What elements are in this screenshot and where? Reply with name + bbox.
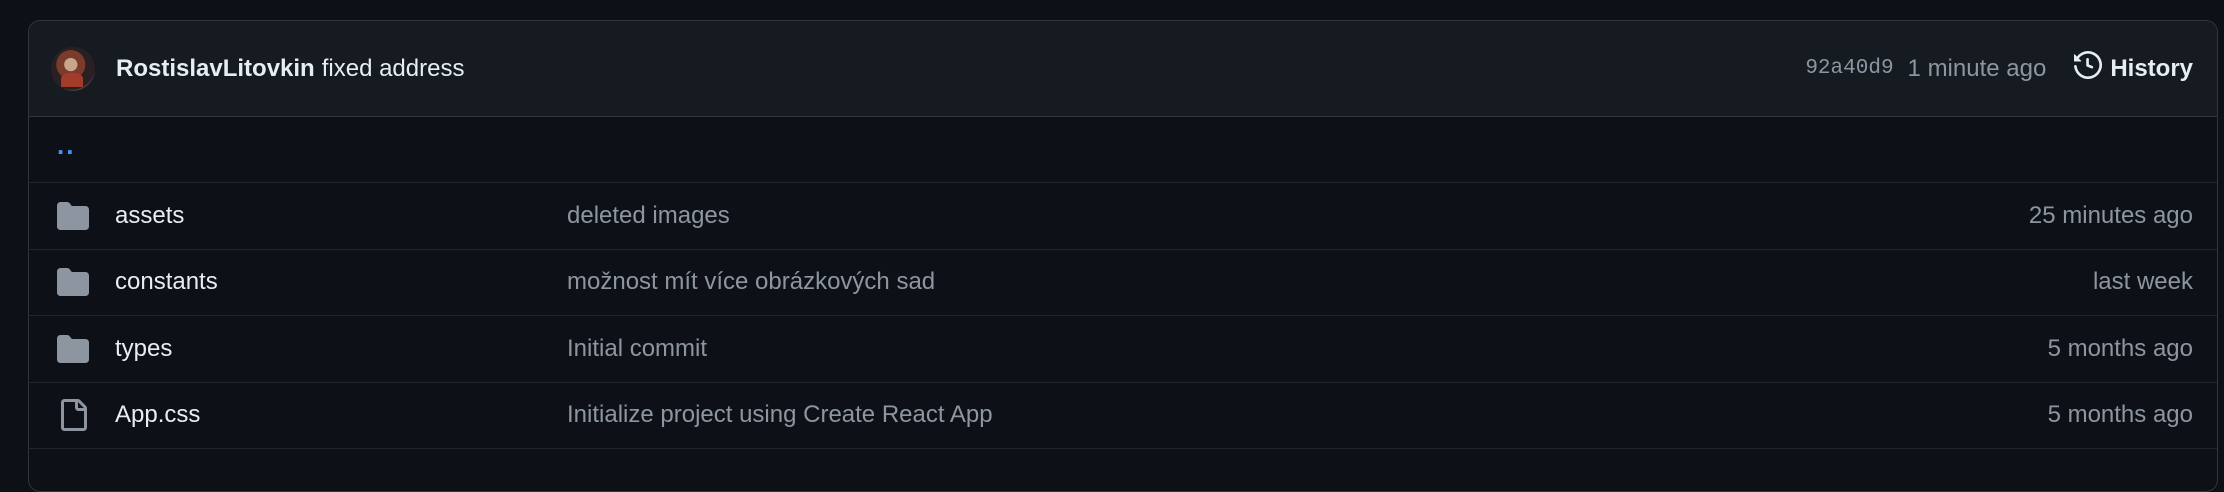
history-label: History — [2110, 54, 2193, 82]
commit-author[interactable]: RostislavLitovkin — [116, 55, 315, 83]
file-row-types[interactable]: types Initial commit 5 months ago — [29, 316, 2217, 383]
latest-commit-header: RostislavLitovkin fixed address 92a40d9 … — [29, 21, 2217, 117]
history-icon — [2074, 50, 2103, 86]
file-name[interactable]: assets — [115, 202, 567, 230]
folder-icon — [57, 266, 89, 298]
file-commit-message[interactable]: Initialize project using Create React Ap… — [567, 401, 2048, 429]
file-name[interactable]: types — [115, 335, 567, 363]
commit-message[interactable]: fixed address — [322, 55, 465, 83]
file-commit-age: 5 months ago — [2047, 334, 2193, 362]
file-name[interactable]: App.css — [115, 401, 567, 429]
parent-directory-link[interactable]: .. — [57, 130, 75, 161]
file-row-app-css[interactable]: App.css Initialize project using Create … — [29, 383, 2217, 449]
file-row-assets[interactable]: assets deleted images 25 minutes ago — [29, 183, 2217, 250]
folder-icon — [57, 200, 89, 232]
file-row-constants[interactable]: constants možnost mít více obrázkových s… — [29, 250, 2217, 316]
file-commit-age: 5 months ago — [2047, 401, 2193, 429]
file-name[interactable]: constants — [115, 268, 567, 296]
avatar[interactable] — [51, 46, 95, 91]
file-commit-message[interactable]: Initial commit — [567, 335, 2048, 363]
file-icon — [57, 399, 89, 432]
file-commit-message[interactable]: deleted images — [567, 202, 2029, 230]
file-commit-age: 25 minutes ago — [2028, 201, 2193, 229]
history-button[interactable]: History — [2074, 50, 2193, 86]
folder-icon — [57, 333, 89, 365]
file-commit-message[interactable]: možnost mít více obrázkových sad — [567, 268, 2093, 296]
parent-directory-row[interactable]: .. — [29, 117, 2217, 183]
commit-sha[interactable]: 92a40d9 — [1805, 57, 1893, 80]
file-commit-age: last week — [2092, 268, 2193, 296]
file-browser: RostislavLitovkin fixed address 92a40d9 … — [28, 20, 2218, 492]
commit-time: 1 minute ago — [1907, 54, 2047, 82]
